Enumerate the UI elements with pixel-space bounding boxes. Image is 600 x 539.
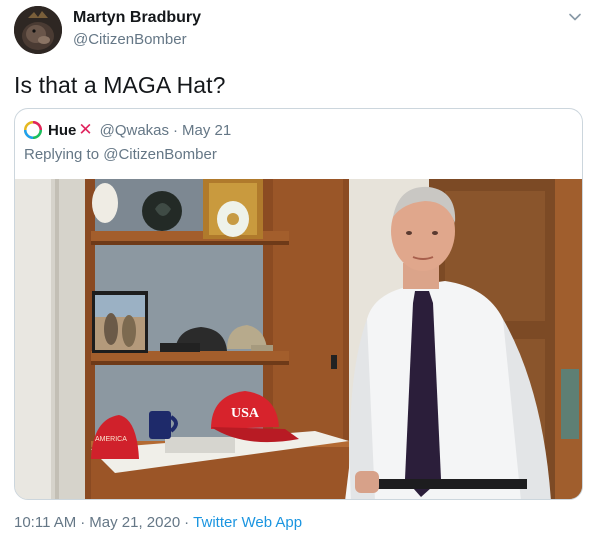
avatar-image (14, 6, 62, 54)
quoted-tweet-header: Hue ✕ @Qwakas · May 21 (24, 120, 231, 140)
quoted-author-handle[interactable]: @Qwakas (100, 122, 169, 139)
usa-hat-text: USA (231, 406, 260, 421)
separator-dot: · (173, 121, 179, 139)
author-name[interactable]: Martyn Bradbury (73, 9, 201, 27)
avatar[interactable] (14, 6, 62, 54)
cross-mark-icon: ✕ (78, 120, 93, 139)
chevron-down-icon[interactable] (566, 8, 584, 26)
quoted-tweet[interactable]: Hue ✕ @Qwakas · May 21 Replying to @Citi… (14, 108, 583, 500)
quoted-author-name[interactable]: Hue (48, 122, 76, 139)
tweet-date[interactable]: May 21, 2020 (89, 514, 180, 531)
tweet-time[interactable]: 10:11 AM (14, 514, 76, 531)
tweet[interactable]: Martyn Bradbury @CitizenBomber Is that a… (0, 0, 600, 539)
tweet-text: Is that a MAGA Hat? (14, 72, 226, 98)
meta-separator: · (80, 514, 86, 531)
quoted-photo[interactable]: AMERICA USA (15, 179, 583, 500)
source-app-link[interactable]: Twitter Web App (193, 514, 302, 531)
meta-separator-2: · (184, 514, 190, 531)
left-hat-text: AMERICA (95, 436, 127, 443)
tweet-meta: 10:11 AM · May 21, 2020 · Twitter Web Ap… (14, 514, 302, 531)
replying-to: Replying to @CitizenBomber (24, 146, 217, 163)
author-handle[interactable]: @CitizenBomber (73, 31, 187, 48)
quoted-date[interactable]: May 21 (182, 122, 231, 139)
quoted-avatar[interactable] (24, 121, 42, 139)
